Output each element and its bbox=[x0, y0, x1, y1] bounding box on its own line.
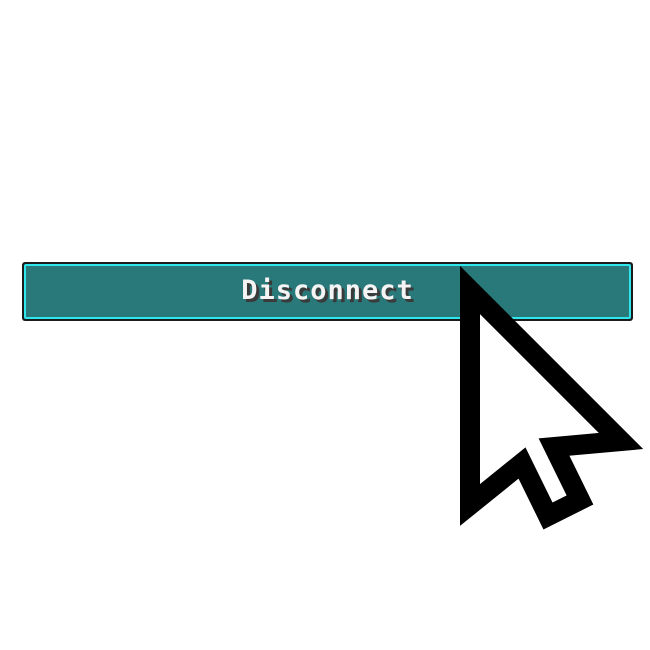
button-highlight-border: Disconnect bbox=[24, 264, 631, 319]
game-screen: Disconnect bbox=[0, 0, 650, 650]
cursor-shape bbox=[460, 265, 644, 530]
disconnect-button-label: Disconnect bbox=[241, 275, 414, 306]
disconnect-button[interactable]: Disconnect bbox=[22, 262, 633, 321]
arrow-pointer-icon bbox=[460, 265, 644, 530]
button-face: Disconnect bbox=[26, 266, 629, 317]
